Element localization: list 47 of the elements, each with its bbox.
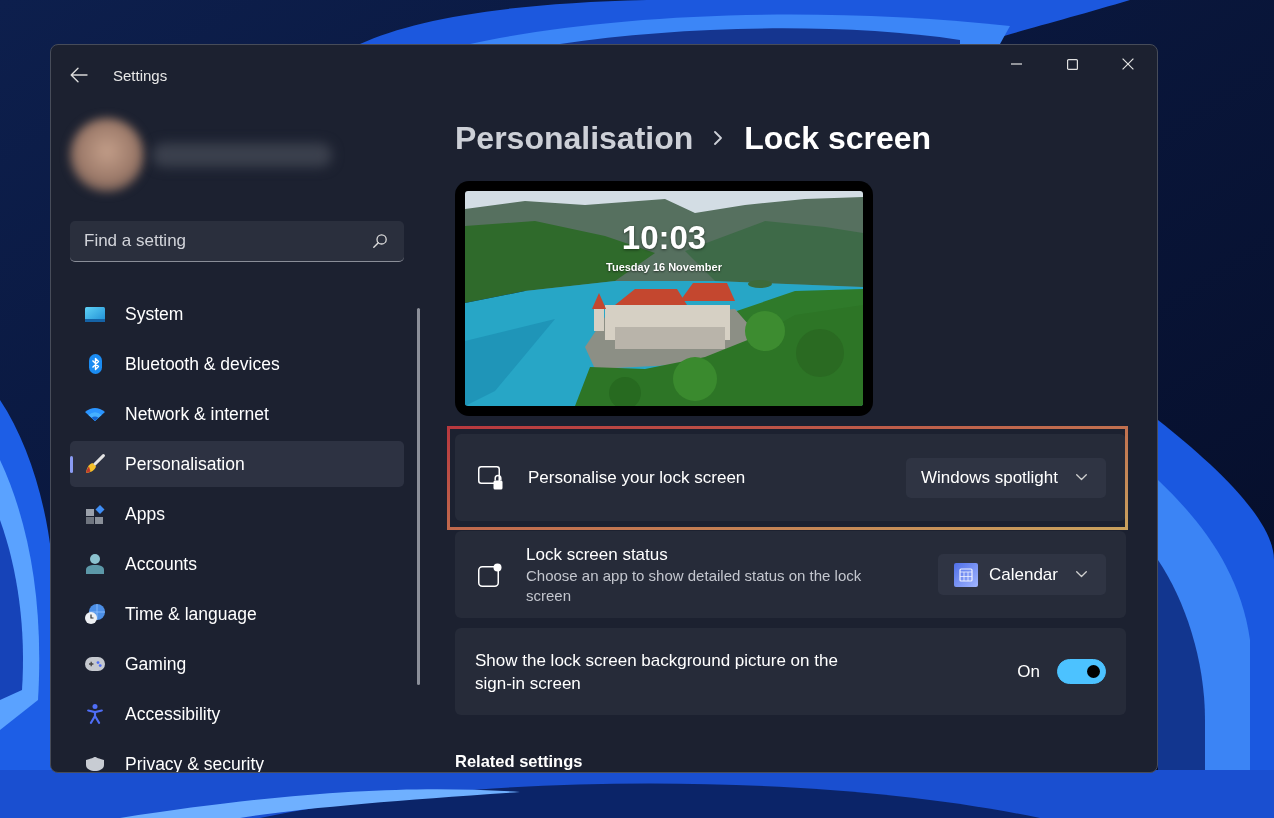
- search-field[interactable]: Find a setting: [70, 221, 404, 262]
- nav-item[interactable]: System: [70, 291, 404, 337]
- scrollbar-thumb[interactable]: [417, 308, 420, 685]
- lock-screen-time: 10:03: [621, 219, 707, 257]
- window-title: Settings: [113, 66, 168, 84]
- wifi-icon: [85, 407, 105, 421]
- setting-description: Choose an app to show detailed status on the lock screen: [526, 566, 863, 606]
- nav-item[interactable]: Gaming: [70, 641, 404, 687]
- bluetooth-icon: [88, 354, 102, 374]
- lock-screen-icon: [478, 465, 504, 490]
- close-icon[interactable]: [1122, 58, 1134, 70]
- selection-indicator: [70, 456, 73, 473]
- dropdown-button[interactable]: Calendar: [938, 554, 1106, 595]
- status-icon: [478, 562, 502, 587]
- nav-item[interactable]: Time & language: [70, 591, 404, 637]
- person-icon: [86, 554, 104, 574]
- breadcrumb-parent[interactable]: Personalisation: [455, 119, 694, 157]
- setting-title: Lock screen status: [526, 544, 669, 566]
- accessibility-icon: [87, 704, 103, 724]
- dropdown-button[interactable]: Windows spotlight: [906, 457, 1106, 498]
- globe-clock-icon: [85, 604, 105, 624]
- section-heading: Related settings: [455, 751, 584, 772]
- page-title: Lock screen: [744, 119, 932, 157]
- lock-screen-date: Tuesday 16 November: [606, 261, 722, 274]
- maximize-icon[interactable]: [1066, 58, 1078, 70]
- calendar-icon: [954, 562, 978, 587]
- nav-item[interactable]: Network & internet: [70, 391, 404, 437]
- nav-item[interactable]: Accessibility: [70, 691, 404, 737]
- nav-item[interactable]: Accounts: [70, 541, 404, 587]
- paintbrush-icon: [85, 454, 105, 474]
- nav-item[interactable]: Personalisation: [70, 441, 404, 487]
- caret-icon: [1076, 474, 1087, 481]
- search-icon[interactable]: [373, 234, 387, 248]
- setting-title: Personalise your lock screen: [528, 467, 747, 489]
- setting-title: Show the lock screen background picture on the sign-in screen: [475, 649, 839, 695]
- chevron-right-icon: [714, 131, 723, 145]
- toggle-switch[interactable]: [1057, 659, 1106, 684]
- minimize-icon[interactable]: [1010, 63, 1022, 65]
- toggle-state-label: On: [1017, 661, 1040, 682]
- nav-item[interactable]: Bluetooth & devices: [70, 341, 404, 387]
- shield-icon: [86, 757, 104, 771]
- nav-item[interactable]: Apps: [70, 491, 404, 537]
- caret-icon: [1076, 571, 1087, 578]
- gamepad-icon: [85, 657, 105, 671]
- monitor-icon: [85, 306, 105, 322]
- apps-icon: [85, 504, 105, 524]
- back-icon[interactable]: [70, 67, 88, 83]
